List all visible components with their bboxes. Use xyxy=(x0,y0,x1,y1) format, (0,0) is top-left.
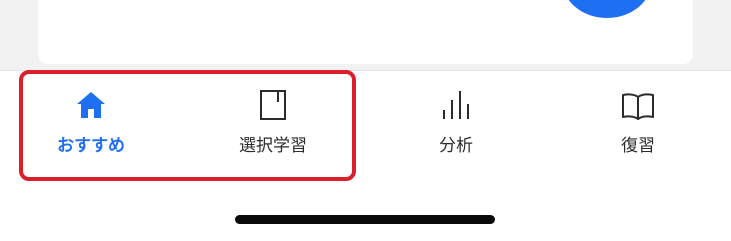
home-indicator[interactable] xyxy=(235,215,495,224)
tab-review[interactable]: 復習 xyxy=(573,71,703,181)
tab-analysis[interactable]: 分析 xyxy=(391,71,521,181)
tab-select-study[interactable]: 選択学習 xyxy=(208,71,338,181)
home-icon xyxy=(74,88,108,122)
tab-label: 復習 xyxy=(621,136,655,156)
content-area xyxy=(0,0,731,71)
tab-label: 選択学習 xyxy=(239,136,307,156)
bar-chart-icon xyxy=(439,88,473,122)
notebook-icon xyxy=(256,88,290,122)
tab-label: 分析 xyxy=(439,136,473,156)
bottom-tab-bar: おすすめ 選択学習 分析 復習 xyxy=(0,71,731,181)
open-book-icon xyxy=(621,88,655,122)
tab-recommend[interactable]: おすすめ xyxy=(26,71,156,181)
tab-label: おすすめ xyxy=(57,136,125,156)
app-screen: おすすめ 選択学習 分析 復習 xyxy=(0,0,731,241)
